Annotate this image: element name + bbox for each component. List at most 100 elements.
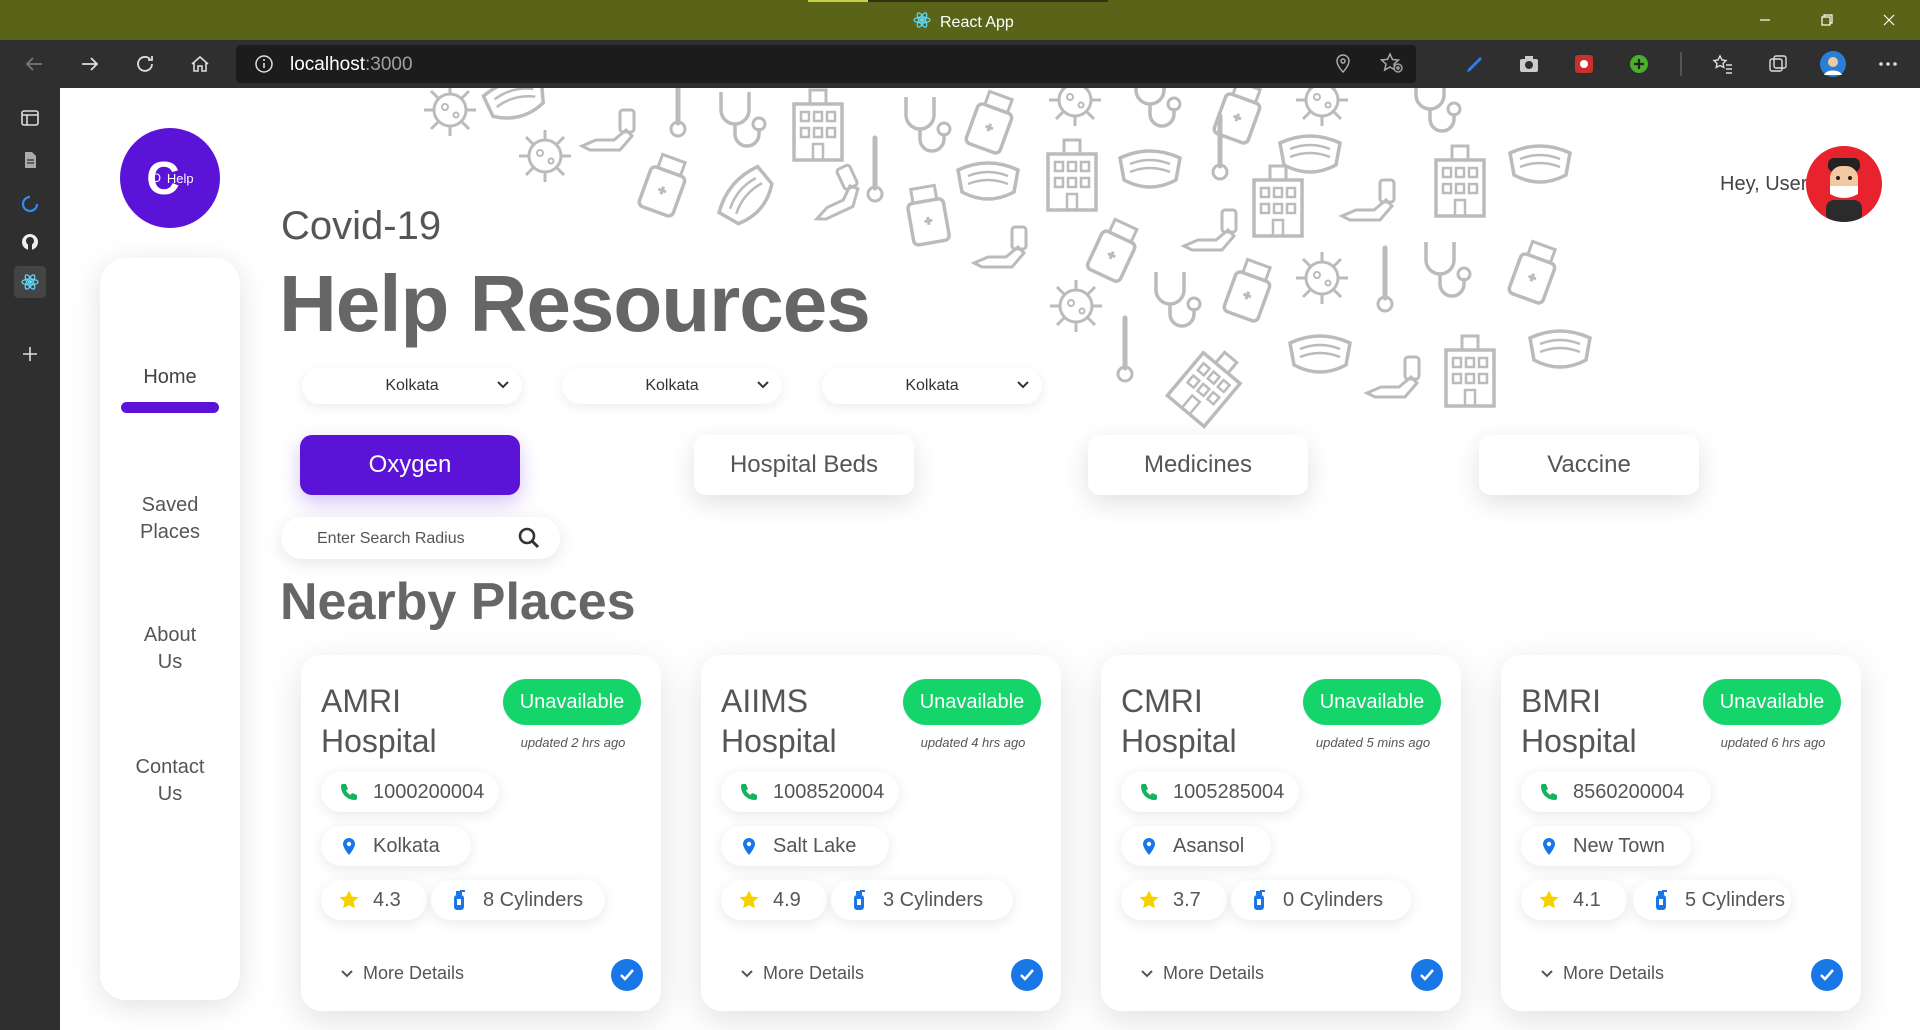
github-tab-icon[interactable] [14,226,46,258]
filter-select-1[interactable]: Kolkata [302,368,522,404]
chevron-down-icon [1017,381,1029,389]
user-chip[interactable]: Hey, User [1668,146,1882,222]
place-card[interactable]: BMRI Hospital Unavailable updated 6 hrs … [1501,655,1861,1011]
updated-time: updated 2 hrs ago [520,735,626,750]
add-favorite-icon[interactable] [1379,52,1404,79]
filter-select-2[interactable]: Kolkata [562,368,782,404]
minimize-button[interactable] [1734,0,1796,40]
location-pill[interactable]: Asansol [1121,826,1271,866]
phone-pill[interactable]: 8560200004 [1521,772,1711,812]
phone-pill[interactable]: 1000200004 [321,772,499,812]
app-logo[interactable]: C O Help [120,128,220,228]
place-card[interactable]: AIIMS Hospital Unavailable updated 4 hrs… [701,655,1061,1011]
more-details-toggle[interactable]: More Details [1541,963,1664,984]
camera-extension-icon[interactable] [1515,50,1543,78]
chevron-down-icon [1541,969,1553,977]
rating-pill: 4.9 [721,880,827,920]
verified-check-icon[interactable] [611,959,643,991]
more-details-toggle[interactable]: More Details [341,963,464,984]
place-card[interactable]: CMRI Hospital Unavailable updated 5 mins… [1101,655,1461,1011]
place-card[interactable]: AMRI Hospital Unavailable updated 2 hrs … [301,655,661,1011]
restore-button[interactable] [1796,0,1858,40]
loading-tab-icon[interactable] [14,188,46,220]
category-vaccine-button[interactable]: Vaccine [1479,435,1699,495]
phone-icon [735,782,763,802]
titlebar-accent [808,0,868,2]
favorites-icon[interactable] [1709,50,1737,78]
verified-check-icon[interactable] [1411,959,1443,991]
document-tab-icon[interactable] [14,144,46,176]
phone-pill[interactable]: 1008520004 [721,772,899,812]
more-details-toggle[interactable]: More Details [741,963,864,984]
location-name: Salt Lake [773,834,857,857]
react-logo-icon [912,10,932,35]
forward-button[interactable] [72,48,108,80]
more-details-label: More Details [763,963,865,983]
nav-contact-us[interactable]: Contact Us [100,754,240,808]
close-window-button[interactable] [1858,0,1920,40]
window-titlebar: React App [0,0,1920,40]
rating-pill: 4.1 [1521,880,1627,920]
logo-help: Help [166,170,194,186]
red-extension-icon[interactable] [1570,50,1598,78]
green-extension-icon[interactable] [1625,50,1653,78]
nav-about-us[interactable]: About Us [100,622,240,676]
updated-time: updated 4 hrs ago [920,735,1026,750]
category-oxygen-button[interactable]: Oxygen [300,435,520,495]
cylinders-pill: 5 Cylinders [1633,880,1791,920]
rating-value: 4.9 [773,888,801,911]
window-title: React App [940,13,1014,31]
chevron-down-icon [341,969,353,977]
verified-check-icon[interactable] [1811,959,1843,991]
location-permission-icon[interactable] [1332,52,1354,79]
react-tab-icon[interactable] [14,266,46,298]
nav-home[interactable]: Home [100,364,240,391]
search-icon[interactable] [518,527,540,549]
home-button[interactable] [182,48,218,80]
category-hospital-beds-button[interactable]: Hospital Beds [694,435,914,495]
search-radius-input[interactable]: Enter Search Radius [281,517,560,559]
star-icon [735,889,763,911]
user-avatar[interactable] [1806,146,1882,222]
verified-check-icon[interactable] [1011,959,1043,991]
star-icon [1135,889,1163,911]
oxygen-cylinder-icon [445,889,473,911]
url-text[interactable]: localhost:3000 [290,54,413,76]
phone-number: 1000200004 [373,780,485,803]
location-pin-icon [1135,836,1163,856]
location-name: Asansol [1173,834,1245,857]
phone-number: 1005285004 [1173,780,1285,803]
location-pill[interactable]: Salt Lake [721,826,889,866]
more-details-toggle[interactable]: More Details [1141,963,1264,984]
nav-saved-places[interactable]: Saved Places [100,492,240,546]
phone-icon [335,782,363,802]
filter-select-3[interactable]: Kolkata [822,368,1042,404]
cylinder-count: 0 Cylinders [1283,888,1384,911]
location-name: New Town [1573,834,1665,857]
location-pill[interactable]: New Town [1521,826,1691,866]
address-bar[interactable]: localhost:3000 [236,45,1416,83]
star-icon [335,889,363,911]
star-icon [1535,889,1563,911]
pen-extension-icon[interactable] [1460,50,1488,78]
filter-select-3-value: Kolkata [905,377,959,394]
collections-icon[interactable] [1764,50,1792,78]
category-medicines-button[interactable]: Medicines [1088,435,1308,495]
titlebar-accent-dark [868,0,1108,2]
settings-more-icon[interactable] [1874,50,1902,78]
tab-actions-icon[interactable] [14,102,46,134]
place-name: AIIMS Hospital [721,683,837,759]
location-pill[interactable]: Kolkata [321,826,471,866]
cylinder-count: 3 Cylinders [883,888,984,911]
filter-select-1-value: Kolkata [385,377,439,394]
more-details-label: More Details [1563,963,1665,983]
site-info-icon[interactable] [254,54,274,79]
chevron-down-icon [757,381,769,389]
phone-icon [1135,782,1163,802]
refresh-button[interactable] [127,48,163,80]
phone-pill[interactable]: 1005285004 [1121,772,1299,812]
updated-time: updated 5 mins ago [1315,735,1431,750]
new-tab-plus-icon[interactable] [14,338,46,370]
back-button[interactable] [16,48,52,80]
profile-avatar[interactable] [1819,50,1847,78]
